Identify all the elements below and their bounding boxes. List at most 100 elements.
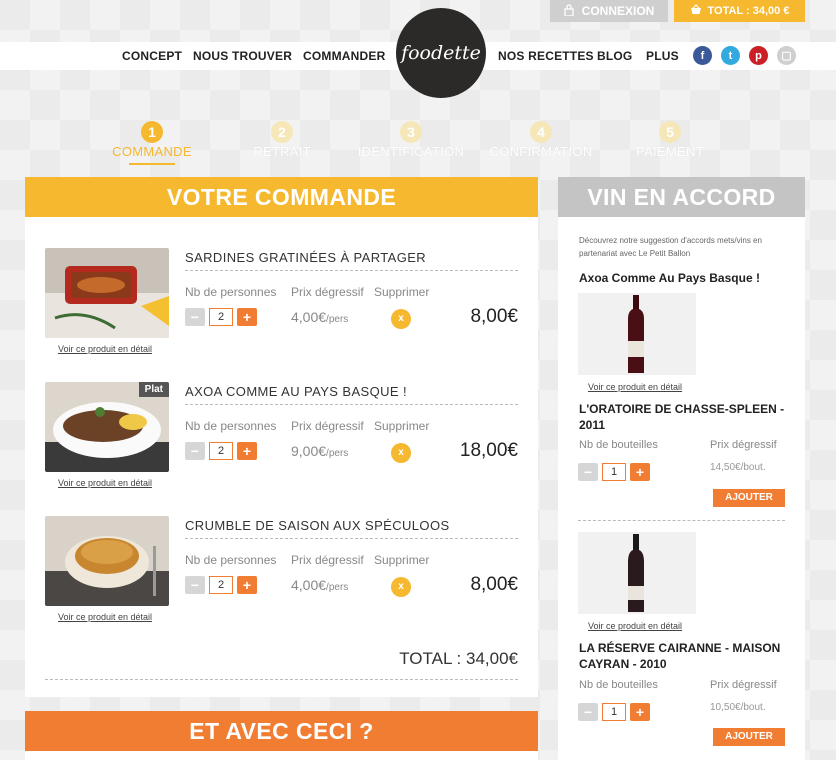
increase-button[interactable]: +: [630, 463, 650, 481]
col-price-label: Prix dégressif: [710, 439, 777, 451]
order-panel: VOTRE COMMANDE Voir ce produit en détail…: [25, 177, 538, 697]
nav-nous-trouver[interactable]: NOUS TROUVER: [193, 49, 292, 63]
wine-price: 14,50€/bout.: [710, 462, 766, 473]
twitter-icon[interactable]: t: [721, 46, 740, 65]
add-wine-button[interactable]: AJOUTER: [713, 489, 785, 507]
col-persons-label: Nb de personnes: [185, 419, 277, 433]
step-number: 5: [659, 121, 681, 143]
line-total: 18,00€: [459, 440, 518, 461]
delete-button[interactable]: x: [391, 443, 411, 463]
detail-link[interactable]: Voir ce produit en détail: [588, 382, 682, 392]
wine-name: L'ORATOIRE DE CHASSE-SPLEEN - 2011: [579, 402, 785, 432]
cart-total-label: TOTAL : 34,00 €: [707, 5, 790, 17]
wine-name: LA RÉSERVE CAIRANNE - MAISON CAYRAN - 20…: [579, 641, 781, 671]
add-wine-button[interactable]: AJOUTER: [713, 728, 785, 746]
step-commande[interactable]: 1 COMMANDE: [87, 121, 217, 165]
item-title: SARDINES GRATINÉES À PARTAGER: [185, 250, 427, 265]
bottle-stepper: − 1 +: [578, 463, 650, 481]
wine-dish: Axoa Comme Au Pays Basque !: [579, 271, 760, 285]
nav-commander[interactable]: COMMANDER: [303, 49, 385, 63]
decrease-button[interactable]: −: [185, 308, 205, 326]
line-total: 8,00€: [470, 306, 518, 327]
delete-button[interactable]: x: [391, 309, 411, 329]
login-label: CONNEXION: [581, 4, 655, 18]
order-item: Voir ce produit en détail SARDINES GRATI…: [25, 248, 538, 368]
col-price-label: Prix dégressif: [291, 285, 364, 299]
login-button[interactable]: CONNEXION: [550, 0, 668, 22]
unit-suffix: /pers: [326, 314, 349, 325]
step-label: RETRAIT: [253, 144, 311, 159]
item-title: AXOA COMME AU PAYS BASQUE !: [185, 384, 407, 399]
order-title: VOTRE COMMANDE: [25, 177, 538, 221]
step-paiement[interactable]: 5 PAIEMENT: [605, 121, 735, 159]
crumble-image[interactable]: [45, 516, 169, 606]
nav-nos-recettes[interactable]: NOS RECETTES: [498, 49, 594, 63]
increase-button[interactable]: +: [237, 576, 257, 594]
nav-concept[interactable]: CONCEPT: [122, 49, 182, 63]
increase-button[interactable]: +: [630, 703, 650, 721]
quantity-stepper: − 2 +: [185, 442, 257, 460]
cart-button[interactable]: TOTAL : 34,00 €: [674, 0, 805, 22]
step-retrait[interactable]: 2 RETRAIT: [217, 121, 347, 159]
wine-bottle-image[interactable]: [578, 293, 696, 375]
foodette-logo[interactable]: foodette: [396, 8, 486, 98]
col-persons-label: Nb de personnes: [185, 285, 277, 299]
detail-link[interactable]: Voir ce produit en détail: [588, 621, 682, 631]
facebook-icon[interactable]: f: [693, 46, 712, 65]
divider: [185, 404, 518, 405]
basket-icon: [690, 4, 702, 18]
pinterest-icon[interactable]: p: [749, 46, 768, 65]
divider: [185, 270, 518, 271]
detail-link[interactable]: Voir ce produit en détail: [58, 344, 152, 354]
order-item: Voir ce produit en détail CRUMBLE DE SAI…: [25, 516, 538, 636]
nav-blog[interactable]: BLOG: [597, 49, 632, 63]
step-number: 4: [530, 121, 552, 143]
col-delete-label: Supprimer: [374, 553, 430, 567]
quantity-field[interactable]: 2: [209, 576, 233, 594]
logo-text: foodette: [401, 42, 481, 64]
line-total: 8,00€: [470, 574, 518, 595]
extra-title: ET AVEC CECI ?: [25, 711, 538, 755]
col-bottles-label: Nb de bouteilles: [579, 439, 658, 451]
detail-link[interactable]: Voir ce produit en détail: [58, 478, 152, 488]
step-label: CONFIRMATION: [489, 144, 593, 159]
quantity-field[interactable]: 2: [209, 442, 233, 460]
col-price-label: Prix dégressif: [291, 419, 364, 433]
col-price-label: Prix dégressif: [291, 553, 364, 567]
item-title: CRUMBLE DE SAISON AUX SPÉCULOOS: [185, 518, 450, 533]
col-price-label: Prix dégressif: [710, 679, 777, 691]
step-number: 3: [400, 121, 422, 143]
step-identification[interactable]: 3 IDENTIFICATION: [346, 121, 476, 159]
quantity-field[interactable]: 2: [209, 308, 233, 326]
unit-suffix: /pers: [326, 582, 349, 593]
bottle-stepper: − 1 +: [578, 703, 650, 721]
wine-price: 10,50€/bout.: [710, 702, 766, 713]
unit-price-value: 4,00€: [291, 577, 327, 593]
quantity-field[interactable]: 1: [602, 463, 626, 481]
unit-price: 4,00€/pers: [291, 577, 348, 593]
divider: [185, 538, 518, 539]
step-number: 1: [141, 121, 163, 143]
instagram-icon[interactable]: ▢: [777, 46, 796, 65]
decrease-button[interactable]: −: [578, 703, 598, 721]
detail-link[interactable]: Voir ce produit en détail: [58, 612, 152, 622]
unit-price: 9,00€/pers: [291, 443, 348, 459]
step-confirmation[interactable]: 4 CONFIRMATION: [476, 121, 606, 159]
unit-suffix: /pers: [326, 448, 349, 459]
extra-panel: ET AVEC CECI ?: [25, 711, 538, 760]
quantity-field[interactable]: 1: [602, 703, 626, 721]
increase-button[interactable]: +: [237, 442, 257, 460]
increase-button[interactable]: +: [237, 308, 257, 326]
decrease-button[interactable]: −: [185, 576, 205, 594]
decrease-button[interactable]: −: [185, 442, 205, 460]
delete-button[interactable]: x: [391, 577, 411, 597]
step-label: IDENTIFICATION: [357, 144, 465, 159]
axoa-image[interactable]: Plat: [45, 382, 169, 472]
col-delete-label: Supprimer: [374, 285, 430, 299]
sardines-image[interactable]: [45, 248, 169, 338]
divider: [578, 520, 785, 521]
nav-plus[interactable]: PLUS: [646, 49, 679, 63]
wine-bottle-image[interactable]: [578, 532, 696, 614]
wine-title: VIN EN ACCORD: [558, 177, 805, 221]
decrease-button[interactable]: −: [578, 463, 598, 481]
